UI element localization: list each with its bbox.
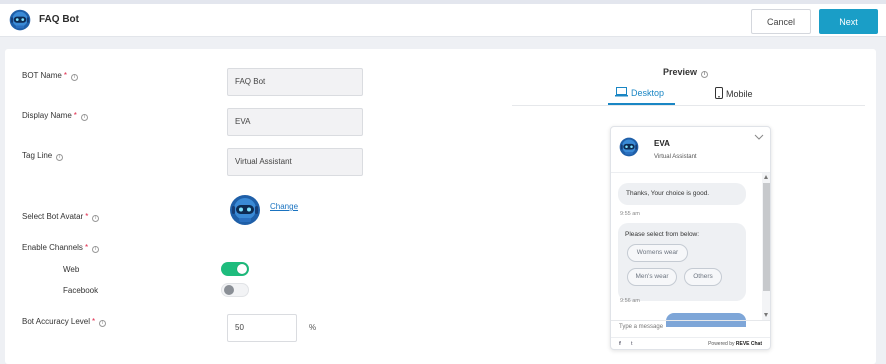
display-name-label: Display Name * i [22,111,88,121]
enable-channels-label: Enable Channels * i [22,243,100,253]
scrollbar-thumb[interactable] [763,183,770,291]
facebook-channel-label: Facebook [63,286,99,295]
accuracy-label: Bot Accuracy Level * i [22,317,107,327]
required-marker: * [85,212,89,221]
preview-title-text: Preview [663,67,698,77]
chat-scrollbar[interactable] [762,173,770,321]
scroll-up-arrow-icon[interactable] [764,175,768,179]
accuracy-label-text: Bot Accuracy Level [22,317,91,326]
widget-header-divider [611,172,770,173]
twitter-icon[interactable]: t [631,341,633,347]
bot-logo-icon [9,9,31,31]
web-channel-toggle[interactable] [221,262,249,276]
info-icon[interactable]: i [92,246,100,253]
toggle-knob [224,285,234,295]
widget-bot-name: EVA [654,139,670,148]
message-timestamp: 9:55 am [620,211,640,217]
bot-name-label-text: BOT Name [22,71,62,80]
desktop-icon [615,87,628,97]
info-icon[interactable]: i [92,215,100,222]
enable-channels-label-text: Enable Channels [22,243,83,252]
quick-reply-option[interactable]: Men's wear [627,268,677,286]
tag-line-label: Tag Line i [22,151,64,161]
required-marker: * [63,71,67,80]
cancel-button[interactable]: Cancel [751,9,811,34]
quick-reply-option[interactable]: Womens wear [627,244,688,262]
bot-name-input[interactable]: FAQ Bot [227,68,363,96]
tab-mobile-label: Mobile [726,89,753,99]
bot-avatar-image[interactable] [229,194,261,226]
page-title: FAQ Bot [39,14,79,25]
brand-name: REVE Chat [735,341,762,347]
bot-message-bubble: Please select from below: Womens wear Me… [618,223,746,301]
percent-unit: % [309,323,317,332]
tag-line-input[interactable]: Virtual Assistant [227,148,363,176]
widget-footer-divider [611,337,770,338]
widget-bot-avatar [619,137,639,157]
chevron-down-icon[interactable] [754,133,764,141]
header-bar: FAQ Bot Cancel Next [0,4,886,37]
facebook-channel-toggle[interactable] [221,283,249,297]
toggle-knob [237,264,247,274]
tab-desktop-label: Desktop [631,88,665,98]
info-icon[interactable]: i [71,74,78,81]
required-marker: * [84,243,89,252]
bot-name-label: BOT Name * i [22,71,78,81]
tabs-divider [512,105,865,106]
next-button[interactable]: Next [819,9,878,34]
message-input[interactable]: Type a message [619,324,663,330]
info-icon[interactable]: i [701,71,709,78]
display-name-input[interactable]: EVA [227,108,363,136]
required-marker: * [92,317,96,326]
powered-by-text: Powered by [708,341,735,347]
bot-avatar-label: Select Bot Avatar * i [22,212,100,222]
accuracy-input[interactable]: 50 [227,314,297,342]
facebook-icon[interactable]: f [619,341,621,347]
widget-input-divider [611,320,770,321]
message-text: Please select from below: [625,231,700,238]
chat-widget-preview: EVA Virtual Assistant Thanks, Your choic… [610,126,771,350]
powered-by: Powered by REVE Chat [708,341,762,347]
bot-avatar-label-text: Select Bot Avatar [22,212,84,221]
web-channel-label: Web [63,265,80,274]
tab-desktop[interactable]: Desktop [615,87,664,98]
tab-mobile[interactable]: Mobile [715,87,753,99]
scroll-down-arrow-icon[interactable] [764,313,768,317]
info-icon[interactable]: i [80,114,88,121]
tag-line-label-text: Tag Line [22,151,53,160]
widget-bot-tagline: Virtual Assistant [654,154,697,160]
display-name-label-text: Display Name [22,111,72,120]
message-timestamp: 9:56 am [620,298,640,304]
preview-title: Preview i [663,67,709,78]
mobile-icon [715,87,723,99]
bot-message-bubble: Thanks, Your choice is good. [618,183,746,205]
change-avatar-link[interactable]: Change [270,202,298,211]
info-icon[interactable]: i [56,154,64,161]
quick-reply-option[interactable]: Others [684,268,722,286]
required-marker: * [73,111,77,120]
info-icon[interactable]: i [99,320,107,327]
